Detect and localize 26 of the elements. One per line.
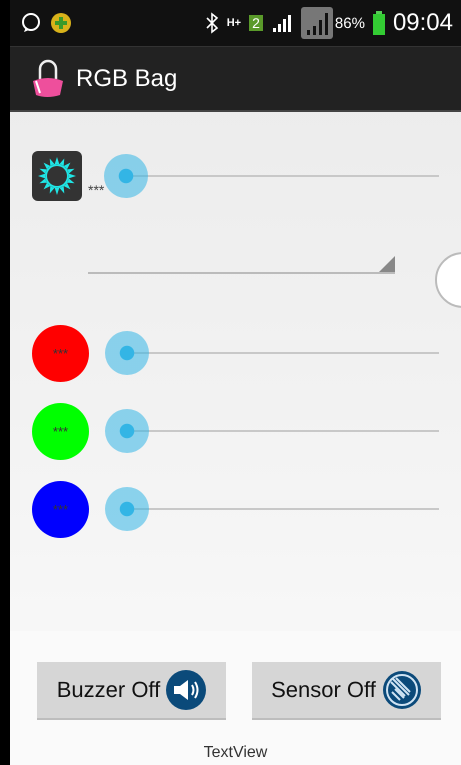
plus-icon xyxy=(50,12,72,34)
brightness-value: *** xyxy=(88,182,104,198)
signal-icon xyxy=(270,12,293,34)
bluetooth-icon xyxy=(204,12,219,34)
toggle-button[interactable]: Buzzer Off xyxy=(37,662,226,720)
slider-thumb[interactable] xyxy=(105,331,149,375)
speaker-icon xyxy=(166,670,206,710)
app-title: RGB Bag xyxy=(76,64,178,92)
color-swatch: *** xyxy=(32,480,89,538)
color-swatch: *** xyxy=(32,324,89,382)
chat-icon xyxy=(20,12,42,34)
slider-thumb[interactable] xyxy=(105,487,149,531)
color-swatch: *** xyxy=(32,402,89,460)
slider-thumb[interactable] xyxy=(105,409,149,453)
clock: 09:04 xyxy=(392,9,453,37)
network-type: H+ xyxy=(226,18,242,28)
sun-icon xyxy=(32,151,82,201)
battery-level: 86% xyxy=(334,14,365,32)
handbag-icon xyxy=(30,58,66,98)
slider-thumb[interactable] xyxy=(104,154,148,198)
status-text: TextView xyxy=(202,744,268,762)
sim-badge: 2 xyxy=(249,15,263,31)
toggle-button[interactable]: Sensor Off xyxy=(252,662,441,720)
signal-icon xyxy=(300,7,333,39)
dropdown-arrow-icon xyxy=(379,256,395,272)
battery-icon xyxy=(372,11,385,35)
